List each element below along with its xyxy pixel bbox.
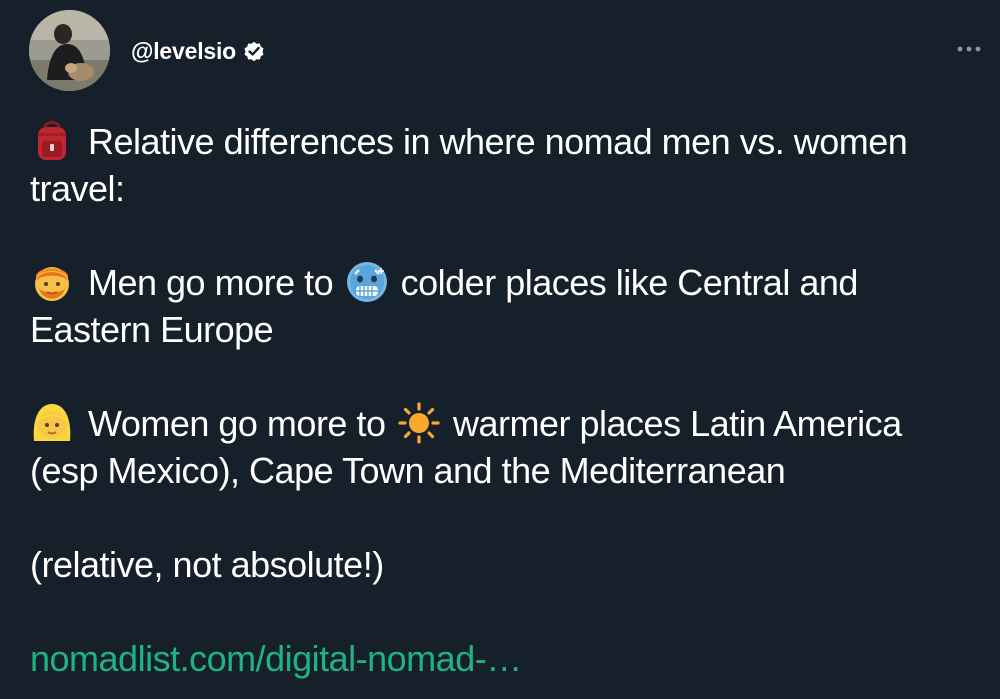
tweet-line-1: Relative differences in where nomad men … xyxy=(30,118,980,165)
cold-face-emoji xyxy=(345,260,389,304)
woman-emoji xyxy=(30,401,74,445)
tweet-card: @levelsio Relative differences in where … xyxy=(0,0,1000,699)
women-text-a: Women go more to xyxy=(88,403,386,444)
avatar[interactable] xyxy=(29,10,110,91)
avatar-photo-icon xyxy=(29,10,110,91)
sun-emoji xyxy=(397,401,441,445)
men-text-b: colder places like Central and xyxy=(400,262,859,303)
men-text-c: Eastern Europe xyxy=(30,309,274,350)
more-options-icon[interactable] xyxy=(953,36,985,62)
tweet-line-2: travel: xyxy=(30,168,125,209)
tweet-women-line: Women go more to warmer places Latin Ame… xyxy=(30,400,980,447)
verified-badge-icon xyxy=(242,39,266,63)
backpack-emoji xyxy=(30,119,74,163)
tweet-text: Relative differences in where nomad men … xyxy=(30,118,980,682)
tweet-link[interactable]: nomadlist.com/digital-nomad-… xyxy=(30,638,522,679)
tweet-link-line: nomadlist.com/digital-nomad-… xyxy=(30,635,980,682)
author-row: @levelsio xyxy=(131,36,266,66)
women-text-b: warmer places Latin America xyxy=(453,403,902,444)
tweet-men-line: Men go more to colder places like Centra… xyxy=(30,259,980,306)
tweet-line-1-text: Relative differences in where nomad men … xyxy=(88,121,908,162)
author-handle[interactable]: @levelsio xyxy=(131,38,236,65)
man-emoji xyxy=(30,260,74,304)
women-text-c: (esp Mexico), Cape Town and the Mediterr… xyxy=(30,450,786,491)
tweet-note: (relative, not absolute!) xyxy=(30,544,384,585)
men-text-a: Men go more to xyxy=(88,262,334,303)
